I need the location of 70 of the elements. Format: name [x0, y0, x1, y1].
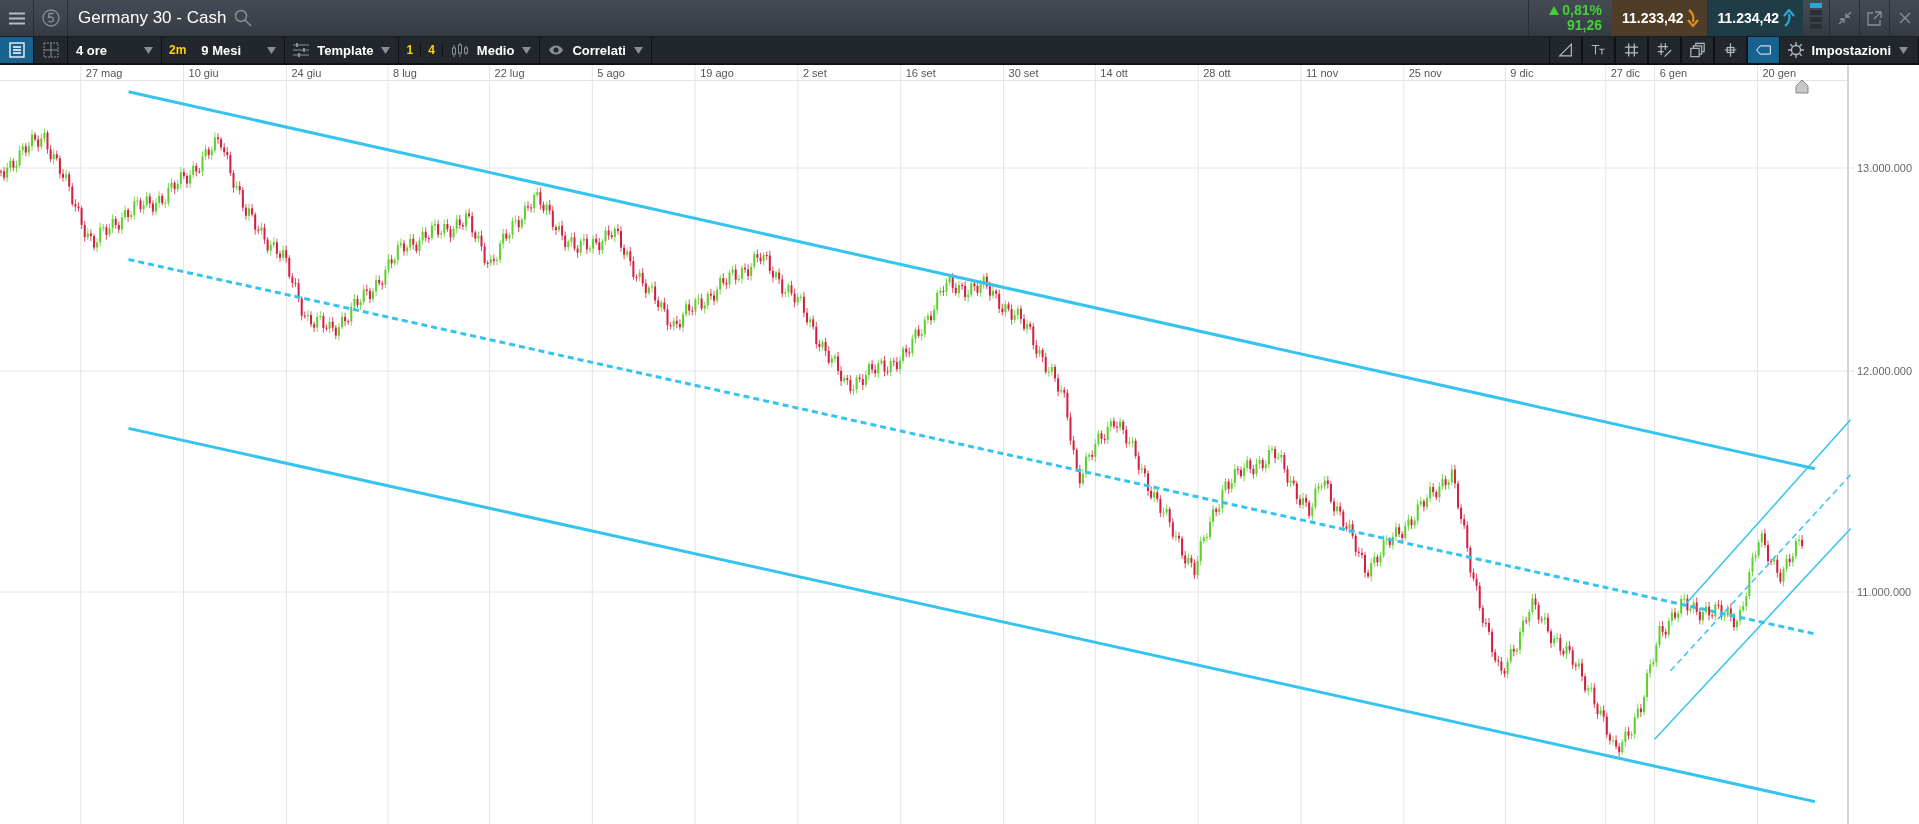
date-axis-label: 19 ago [700, 67, 734, 79]
caret-icon [144, 46, 153, 54]
caret-icon [381, 46, 391, 54]
timeframe-dropdown[interactable]: 4 ore [68, 37, 162, 63]
layout-icon [42, 42, 59, 59]
scroll-marker-icon[interactable] [1795, 79, 1809, 94]
date-axis-label: 10 giu [188, 67, 219, 79]
caret-icon [522, 46, 532, 54]
date-axis-label: 5 ago [597, 67, 625, 79]
settings-dropdown[interactable]: Impostazioni [1779, 37, 1919, 63]
up-triangle-icon [1549, 6, 1560, 16]
change-percent: 0,81% [1562, 3, 1602, 19]
search-icon[interactable] [234, 9, 253, 28]
view-button[interactable] [0, 37, 34, 63]
drawing-tool-button[interactable] [1746, 37, 1780, 63]
drawing-tool-button[interactable] [1548, 37, 1582, 63]
sell-price-button[interactable]: 11.233,42 [1611, 0, 1708, 37]
date-axis-label: 30 set [1008, 67, 1039, 79]
collapse-arrows-icon [1837, 11, 1852, 26]
date-axis-label: 9 dic [1510, 67, 1534, 79]
date-axis-label: 20 gen [1762, 67, 1797, 79]
date-axis-label: 11 nov [1305, 67, 1339, 79]
date-axis-label: 22 lug [494, 67, 525, 79]
caret-icon [267, 46, 277, 54]
change-points: 91,26 [1566, 18, 1602, 34]
up-arrow-icon [1783, 9, 1795, 28]
date-axis-label: 24 giu [291, 67, 322, 79]
eye-icon [548, 44, 565, 57]
drawing-tool-button[interactable] [1680, 37, 1714, 63]
date-axis-label: 8 lug [392, 67, 417, 79]
related-dropdown[interactable]: Correlati [540, 37, 652, 63]
caret-icon [1899, 46, 1908, 54]
indicator-count: 1 [399, 43, 422, 58]
drawing-tool-button[interactable] [1614, 37, 1648, 63]
settings-icon [1787, 42, 1804, 59]
price-axis-label: 13.000.000 [1857, 162, 1913, 174]
down-arrow-icon [1687, 9, 1700, 28]
sliders-icon [293, 43, 310, 58]
date-axis-label: 6 gen [1659, 67, 1688, 79]
chart-type-dropdown[interactable]: Medio [442, 37, 541, 63]
close-icon [1898, 12, 1911, 25]
candlestick-icon [450, 42, 469, 59]
date-axis-label: 14 ott [1100, 67, 1128, 79]
date-axis-label: 28 ott [1203, 67, 1231, 79]
menu-icon [8, 11, 25, 25]
circled-five-icon [41, 9, 60, 28]
timeframe-label: 2m [168, 43, 188, 58]
drawing-tool-button[interactable] [1647, 37, 1681, 63]
crosshair-icon [1722, 41, 1738, 60]
price-axis-label: 12.000.000 [1857, 365, 1913, 377]
date-axis-label: 27 dic [1610, 67, 1641, 79]
layers-icon [1689, 41, 1705, 60]
grid-icon [1623, 42, 1639, 59]
tag-icon [1755, 43, 1771, 58]
date-axis-label: 27 mag [85, 67, 123, 79]
range-dropdown[interactable]: 9 Mesi [193, 37, 286, 63]
grid-pencil-icon [1656, 41, 1672, 60]
list-icon [8, 42, 25, 59]
price-axis-label: 11.000.000 [1857, 586, 1912, 598]
drawing-tool-button[interactable] [1581, 37, 1615, 63]
instrument-title: Germany 30 - Cash [77, 8, 227, 29]
caret-icon [633, 46, 643, 54]
indicator-count: 4 [421, 43, 443, 58]
date-axis-label: 2 set [802, 67, 827, 79]
template-dropdown[interactable]: Template [285, 37, 400, 63]
date-axis-label: 16 set [905, 67, 936, 79]
drawing-tool-button[interactable] [1713, 37, 1747, 63]
date-axis-label: 25 nov [1408, 67, 1442, 79]
buy-price-button[interactable]: 11.234,42 [1707, 0, 1803, 37]
external-window-icon [1867, 10, 1882, 26]
